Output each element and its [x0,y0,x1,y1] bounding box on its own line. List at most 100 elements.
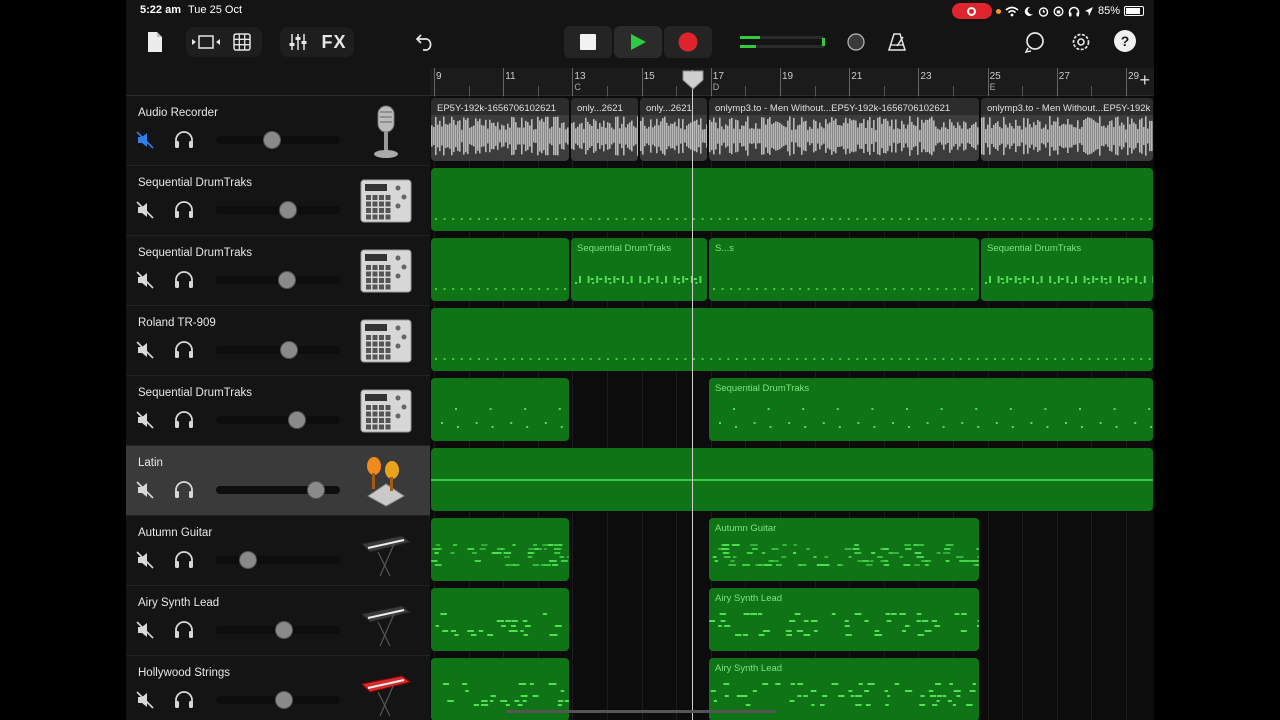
track-header[interactable]: Roland TR-909 [126,306,430,376]
track-volume-slider[interactable] [216,271,340,289]
track-header[interactable]: Latin [126,446,430,516]
my-songs-button[interactable] [140,28,168,56]
midi-region[interactable]: Autumn Guitar [709,518,979,581]
undo-button[interactable] [412,29,438,55]
solo-button[interactable] [173,551,195,569]
ruler-bar-number: 17 [712,71,724,82]
red-keyboard-icon [358,664,414,720]
mute-button[interactable] [136,341,154,359]
settings-button[interactable] [1068,29,1094,55]
mute-button[interactable] [136,691,154,709]
mixer-button[interactable] [281,27,315,57]
track-volume-slider[interactable] [216,411,340,429]
track-volume-slider[interactable] [216,551,340,569]
midi-region[interactable] [431,308,1153,371]
tracks-view-button[interactable] [188,27,224,57]
track-volume-slider[interactable] [216,621,340,639]
horizontal-scrollbar[interactable] [506,710,776,713]
ruler-bar-number: 25 [989,71,1001,82]
solo-button[interactable] [173,201,195,219]
track-volume-slider[interactable] [216,481,340,499]
midi-region[interactable]: Sequential DrumTraks [571,238,707,301]
track-header[interactable]: Autumn Guitar [126,516,430,586]
solo-button[interactable] [173,411,195,429]
play-button[interactable] [614,26,662,58]
audio-region[interactable]: EP5Y-192k-1656706102621 [431,98,569,161]
track-volume-slider[interactable] [216,131,340,149]
mute-button[interactable] [136,131,154,149]
master-volume-knob[interactable] [846,32,866,52]
ruler-tick [883,86,885,96]
track-volume-slider[interactable] [216,201,340,219]
track-header[interactable]: Sequential DrumTraks [126,376,430,446]
note-pattern [435,288,566,290]
volume-knob[interactable] [277,271,296,289]
help-button[interactable]: ? [1114,30,1136,52]
solo-button[interactable] [173,341,195,359]
microphone-icon [358,104,414,160]
track-volume-slider[interactable] [216,691,340,709]
midi-region[interactable] [431,168,1153,231]
mute-button[interactable] [136,201,154,219]
headphones-icon [175,271,193,288]
volume-knob[interactable] [278,201,297,219]
audio-region[interactable]: only...2621 [640,98,707,161]
midi-region[interactable]: Airy Synth Lead [709,588,979,651]
track-header[interactable]: Hollywood Strings [126,656,430,720]
ruler-tick [641,68,643,96]
solo-button[interactable] [173,271,195,289]
loop-browser-button[interactable] [1022,29,1048,55]
headphones-icon [175,691,193,708]
track-header[interactable]: Airy Synth Lead [126,586,430,656]
volume-knob[interactable] [239,551,258,569]
track-volume-slider[interactable] [216,341,340,359]
drum-machine-icon [358,244,414,300]
metronome-button[interactable] [884,29,910,55]
timeline-ruler[interactable]: 9 11 13 15 17 19 21 23 25 27 29 C D E + [430,68,1154,96]
solo-button[interactable] [173,481,195,499]
mute-button[interactable] [136,621,154,639]
add-section-button[interactable]: + [1139,70,1150,91]
midi-region[interactable]: S...s [709,238,979,301]
ruler-bar-number: 15 [643,71,655,82]
note-pattern [435,218,1151,220]
volume-knob[interactable] [307,481,326,499]
volume-knob[interactable] [275,691,294,709]
audio-region[interactable]: onlymp3.to - Men Without...EP5Y-192k-165… [709,98,979,161]
fx-button[interactable]: FX [315,32,353,53]
wifi-icon [1005,6,1019,16]
solo-button[interactable] [173,691,195,709]
stop-button[interactable] [564,26,612,58]
midi-region[interactable] [431,238,569,301]
midi-region[interactable] [431,448,1153,511]
track-header[interactable]: Sequential DrumTraks [126,166,430,236]
midi-region[interactable] [431,588,569,651]
grid-view-button[interactable] [224,27,260,57]
alarm-icon [1038,6,1049,17]
volume-knob[interactable] [275,621,294,639]
volume-knob[interactable] [262,131,281,149]
midi-region[interactable] [431,378,569,441]
playhead-handle[interactable] [682,70,704,90]
volume-knob[interactable] [287,411,306,429]
track-header[interactable]: Audio Recorder [126,96,430,166]
midi-region[interactable]: Sequential DrumTraks [709,378,1153,441]
midi-region[interactable]: Sequential DrumTraks [981,238,1153,301]
midi-region[interactable] [431,518,569,581]
master-volume-meter[interactable] [738,32,832,52]
record-button[interactable] [664,26,712,58]
track-header[interactable]: Sequential DrumTraks [126,236,430,306]
tracks-area[interactable]: EP5Y-192k-1656706102621 only...2621 only..… [430,96,1154,720]
mute-button[interactable] [136,271,154,289]
audio-region[interactable]: onlymp3.to - Men Without...EP5Y-192k [981,98,1153,161]
mute-button[interactable] [136,481,154,499]
loop-icon [1024,32,1044,53]
mute-button[interactable] [136,551,154,569]
ruler-bar-number: 9 [436,71,442,82]
ruler-tick [572,68,574,96]
solo-button[interactable] [173,621,195,639]
mute-button[interactable] [136,411,154,429]
volume-knob[interactable] [280,341,299,359]
audio-region[interactable]: only...2621 [571,98,638,161]
solo-button[interactable] [173,131,195,149]
